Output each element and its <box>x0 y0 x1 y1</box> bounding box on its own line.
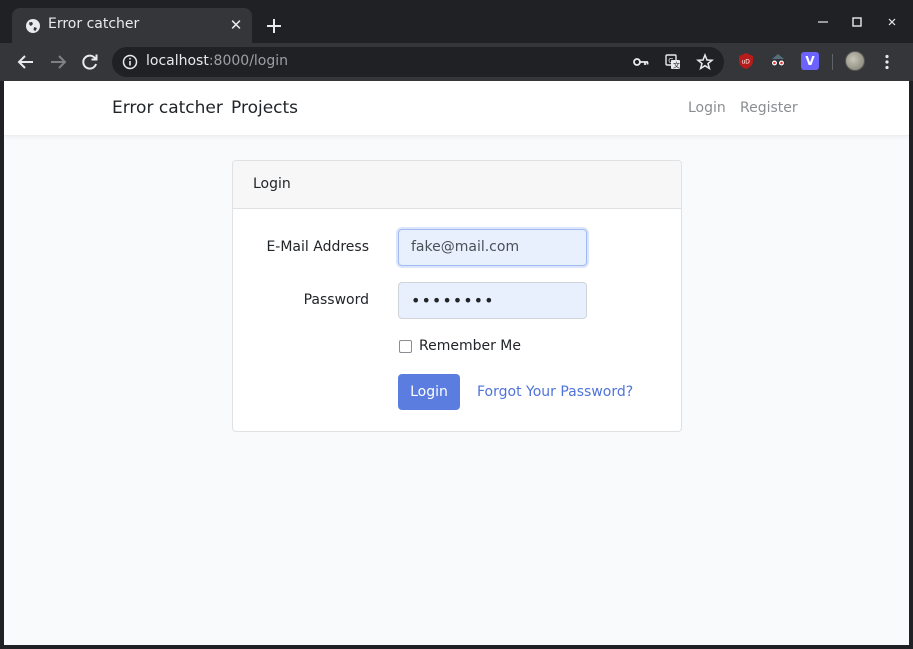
toolbar-divider <box>832 54 833 70</box>
forgot-password-link[interactable]: Forgot Your Password? <box>477 384 633 400</box>
password-label: Password <box>303 292 369 308</box>
browser-toolbar: localhost:8000/login G 文 uD V <box>0 43 913 81</box>
maximize-icon[interactable] <box>848 13 866 31</box>
back-arrow-icon[interactable] <box>15 51 37 73</box>
globe-icon <box>26 19 40 33</box>
page-viewport: Error catcher Projects Login Register Lo… <box>4 81 909 645</box>
minimize-icon[interactable] <box>814 13 832 31</box>
window-frame-bottom <box>0 645 913 649</box>
profile-avatar[interactable] <box>845 51 865 71</box>
svg-text:uD: uD <box>742 59 751 66</box>
url-host: localhost <box>146 53 209 69</box>
spy-glasses-icon[interactable] <box>769 52 787 70</box>
remember-me-checkbox[interactable] <box>399 340 412 353</box>
email-field[interactable]: fake@mail.com <box>398 229 587 266</box>
v-extension-icon[interactable]: V <box>801 52 819 70</box>
url-path: :8000/login <box>208 53 289 69</box>
close-tab-icon[interactable]: ✕ <box>228 17 244 33</box>
remember-me-label[interactable]: Remember Me <box>419 338 521 354</box>
brand-link[interactable]: Error catcher <box>112 98 223 118</box>
login-button[interactable]: Login <box>398 374 460 410</box>
address-bar[interactable]: localhost:8000/login G 文 <box>112 47 724 77</box>
kebab-menu-icon[interactable] <box>878 53 896 71</box>
star-icon[interactable] <box>696 53 714 71</box>
site-navbar: Error catcher Projects Login Register <box>4 81 909 136</box>
nav-register-link[interactable]: Register <box>740 100 798 116</box>
key-icon[interactable] <box>632 53 650 71</box>
card-header: Login <box>233 161 681 209</box>
svg-text:文: 文 <box>673 61 680 70</box>
window-close-icon[interactable] <box>883 13 901 31</box>
translate-icon[interactable]: G 文 <box>664 53 682 71</box>
new-tab-icon[interactable] <box>263 15 285 37</box>
nav-projects-link[interactable]: Projects <box>231 98 298 118</box>
forward-arrow-icon[interactable] <box>47 51 69 73</box>
browser-tab[interactable]: Error catcher ✕ <box>12 8 252 43</box>
url-text: localhost:8000/login <box>146 53 288 69</box>
login-card: Login E-Mail Address fake@mail.com Passw… <box>232 160 682 432</box>
tab-title: Error catcher <box>48 16 140 32</box>
info-icon[interactable] <box>122 54 138 70</box>
browser-tabstrip: Error catcher ✕ <box>0 0 913 43</box>
reload-icon[interactable] <box>79 51 101 73</box>
password-field[interactable]: •••••••• <box>398 282 587 319</box>
nav-login-link[interactable]: Login <box>688 100 726 116</box>
card-title: Login <box>253 176 291 192</box>
email-label: E-Mail Address <box>266 239 369 255</box>
ublock-icon[interactable]: uD <box>737 52 755 70</box>
